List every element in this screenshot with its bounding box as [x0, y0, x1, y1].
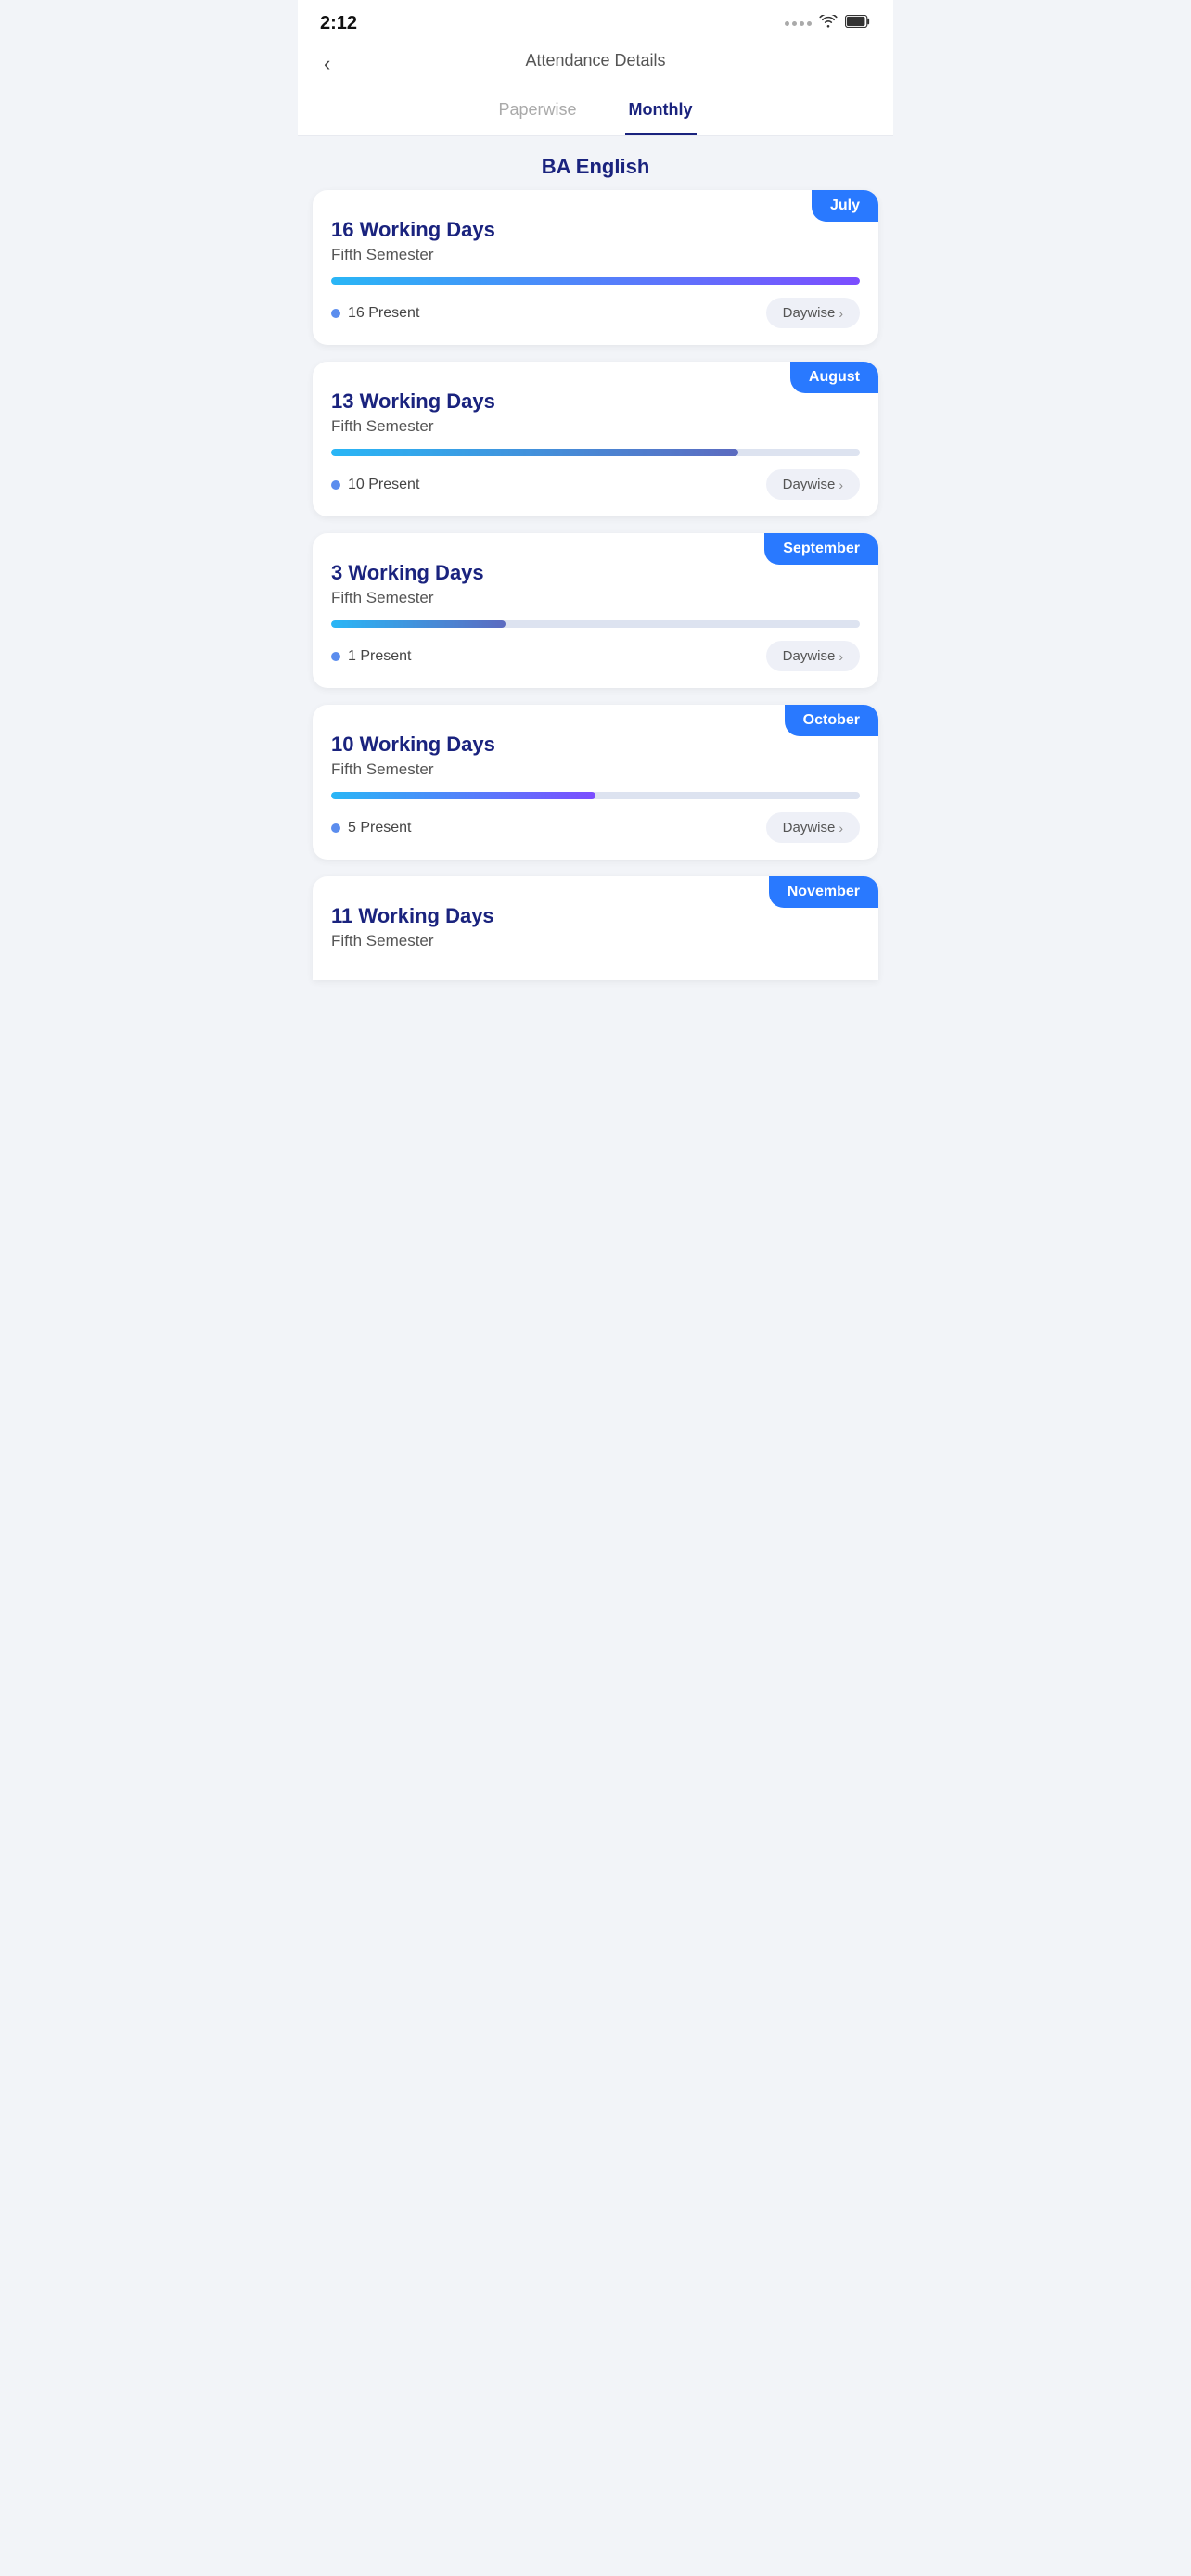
- present-dot: [331, 480, 340, 490]
- progress-bar-fill: [331, 620, 506, 628]
- working-days: 16 Working Days: [331, 218, 860, 242]
- present-label: 16 Present: [331, 305, 419, 322]
- month-badge: August: [790, 362, 878, 393]
- section-title: BA English: [298, 136, 893, 190]
- progress-bar-fill: [331, 277, 860, 285]
- status-icons: [785, 15, 871, 32]
- status-bar: 2:12: [298, 0, 893, 42]
- chevron-right-icon: ›: [839, 821, 843, 835]
- semester-label: Fifth Semester: [331, 589, 860, 607]
- signal-icon: [785, 21, 812, 26]
- month-card-october: October10 Working Days Fifth Semester 5 Pr…: [313, 705, 878, 860]
- chevron-right-icon: ›: [839, 478, 843, 492]
- present-dot: [331, 309, 340, 318]
- card-footer: 10 Present Daywise ›: [331, 469, 860, 500]
- working-days: 10 Working Days: [331, 733, 860, 757]
- status-time: 2:12: [320, 13, 357, 34]
- cards-container: July16 Working Days Fifth Semester 16 Pres…: [298, 190, 893, 1002]
- month-badge: July: [812, 190, 878, 222]
- present-count: 16 Present: [348, 305, 419, 322]
- daywise-button[interactable]: Daywise ›: [766, 469, 860, 500]
- daywise-button[interactable]: Daywise ›: [766, 298, 860, 328]
- card-footer: 16 Present Daywise ›: [331, 298, 860, 328]
- daywise-button[interactable]: Daywise ›: [766, 641, 860, 671]
- progress-bar-fill: [331, 449, 738, 456]
- present-dot: [331, 652, 340, 661]
- month-card-july: July16 Working Days Fifth Semester 16 Pres…: [313, 190, 878, 345]
- semester-label: Fifth Semester: [331, 246, 860, 264]
- working-days: 13 Working Days: [331, 389, 860, 414]
- present-count: 1 Present: [348, 648, 411, 665]
- progress-bar-fill: [331, 792, 596, 799]
- month-badge: November: [769, 876, 878, 908]
- month-card-november: November11 Working Days Fifth Semester: [313, 876, 878, 980]
- progress-bar-bg: [331, 449, 860, 456]
- semester-label: Fifth Semester: [331, 932, 860, 950]
- progress-bar-bg: [331, 277, 860, 285]
- month-card-august: August13 Working Days Fifth Semester 10 Pr…: [313, 362, 878, 516]
- present-label: 5 Present: [331, 820, 411, 836]
- card-footer: 5 Present Daywise ›: [331, 812, 860, 843]
- present-label: 1 Present: [331, 648, 411, 665]
- chevron-right-icon: ›: [839, 306, 843, 321]
- working-days: 11 Working Days: [331, 904, 860, 928]
- month-badge: September: [764, 533, 878, 565]
- header-title: Attendance Details: [525, 51, 665, 70]
- wifi-icon: [819, 15, 838, 32]
- back-button[interactable]: ‹: [316, 48, 338, 80]
- tabs-bar: Paperwise Monthly: [298, 85, 893, 136]
- header: ‹ Attendance Details: [298, 42, 893, 85]
- battery-icon: [845, 15, 871, 32]
- tab-monthly[interactable]: Monthly: [625, 93, 697, 135]
- present-count: 10 Present: [348, 477, 419, 493]
- chevron-right-icon: ›: [839, 649, 843, 664]
- month-card-september: September3 Working DaysFifth Semester1 P…: [313, 533, 878, 688]
- card-footer: 1 Present Daywise ›: [331, 641, 860, 671]
- progress-bar-bg: [331, 792, 860, 799]
- semester-label: Fifth Semester: [331, 417, 860, 436]
- month-badge: October: [785, 705, 878, 736]
- progress-bar-bg: [331, 620, 860, 628]
- tab-paperwise[interactable]: Paperwise: [494, 93, 580, 135]
- semester-label: Fifth Semester: [331, 760, 860, 779]
- present-dot: [331, 823, 340, 833]
- daywise-button[interactable]: Daywise ›: [766, 812, 860, 843]
- present-count: 5 Present: [348, 820, 411, 836]
- present-label: 10 Present: [331, 477, 419, 493]
